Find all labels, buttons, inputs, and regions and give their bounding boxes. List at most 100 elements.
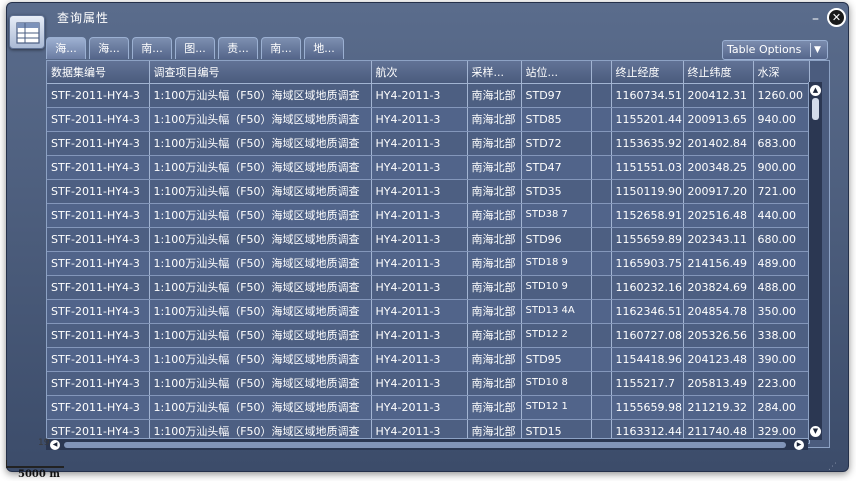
table-row[interactable]: STF-2011-HY4-3 1:100万汕头幅（F50）海域区域地质调查 HY4-… <box>47 227 810 252</box>
minimize-icon[interactable]: – <box>812 12 824 26</box>
table-icon <box>9 15 45 49</box>
table-cell: 680.00 <box>753 227 810 252</box>
vertical-scroll-thumb[interactable] <box>812 98 819 120</box>
table-cell: STF-2011-HY4-3 <box>47 203 150 228</box>
table-cell <box>591 299 612 324</box>
table-cell: STD10 8 <box>521 371 592 396</box>
table-cell: HY4-2011-3 <box>371 131 468 156</box>
column-header[interactable]: 站位... <box>521 61 592 84</box>
table-cell <box>591 227 612 252</box>
table-cell: 1:100万汕头幅（F50）海域区域地质调查 <box>149 275 372 300</box>
scroll-up-icon[interactable]: ▲ <box>810 85 821 96</box>
table-cell: 223.00 <box>753 371 810 396</box>
table-cell: 1160232.16 <box>611 275 684 300</box>
table-cell: HY4-2011-3 <box>371 107 468 132</box>
table-cell: 1:100万汕头幅（F50）海域区域地质调查 <box>149 227 372 252</box>
close-icon[interactable]: ✕ <box>827 8 846 27</box>
table-cell: 1165903.75 <box>611 251 684 276</box>
table-cell: 350.00 <box>753 299 810 324</box>
table-cell: 1151551.03 <box>611 155 684 180</box>
column-header[interactable]: 采样... <box>467 61 522 84</box>
table-cell: 1160727.08 <box>611 323 684 348</box>
scroll-down-icon[interactable]: ▼ <box>810 426 821 437</box>
table-cell: 1:100万汕头幅（F50）海域区域地质调查 <box>149 131 372 156</box>
table-cell: 200348.25 <box>683 155 754 180</box>
table-cell: 205813.49 <box>683 371 754 396</box>
table-cell: HY4-2011-3 <box>371 347 468 372</box>
column-header[interactable]: 调查项目编号 <box>149 61 372 84</box>
tab-6[interactable]: 南... <box>261 37 301 59</box>
tab-2[interactable]: 海... <box>89 37 129 59</box>
table-row[interactable]: STF-2011-HY4-3 1:100万汕头幅（F50）海域区域地质调查 HY4-… <box>47 371 810 396</box>
table-cell: STD96 <box>521 227 592 252</box>
table-cell <box>591 347 612 372</box>
table-row[interactable]: STF-2011-HY4-3 1:100万汕头幅（F50）海域区域地质调查 HY4-… <box>47 83 810 108</box>
table-row[interactable]: STF-2011-HY4-3 1:100万汕头幅（F50）海域区域地质调查 HY4-… <box>47 203 810 228</box>
table-row[interactable]: STF-2011-HY4-3 1:100万汕头幅（F50）海域区域地质调查 HY4-… <box>47 395 810 420</box>
table-row[interactable]: STF-2011-HY4-3 1:100万汕头幅（F50）海域区域地质调查 HY4-… <box>47 251 810 276</box>
column-header[interactable]: 终止经度 <box>611 61 684 84</box>
table-cell <box>591 323 612 348</box>
table-cell: 205326.56 <box>683 323 754 348</box>
table-cell: HY4-2011-3 <box>371 83 468 108</box>
table-row[interactable]: STF-2011-HY4-3 1:100万汕头幅（F50）海域区域地质调查 HY4-… <box>47 107 810 132</box>
table-row[interactable]: STF-2011-HY4-3 1:100万汕头幅（F50）海域区域地质调查 HY4-… <box>47 347 810 372</box>
table-options-button[interactable]: Table Options ▼ <box>722 40 828 60</box>
column-header[interactable]: 航次 <box>371 61 468 84</box>
table-cell: STF-2011-HY4-3 <box>47 251 150 276</box>
table-cell: 440.00 <box>753 203 810 228</box>
table-cell: 1260.00 <box>753 83 810 108</box>
tab-1[interactable]: 海... <box>46 37 86 59</box>
table-cell: STD10 9 <box>521 275 592 300</box>
scroll-right-icon[interactable]: ▶ <box>794 440 804 450</box>
column-header[interactable]: 数据集编号 <box>47 61 150 84</box>
tab-3[interactable]: 南... <box>132 37 172 59</box>
horizontal-scroll-thumb[interactable] <box>64 442 786 448</box>
table-cell: 南海北部 <box>467 107 522 132</box>
column-header[interactable] <box>591 61 612 84</box>
table-cell: 1:100万汕头幅（F50）海域区域地质调查 <box>149 251 372 276</box>
column-header[interactable]: 水深 <box>753 61 810 84</box>
table-cell: HY4-2011-3 <box>371 155 468 180</box>
table-cell: 1:100万汕头幅（F50）海域区域地质调查 <box>149 371 372 396</box>
table-cell: STF-2011-HY4-3 <box>47 275 150 300</box>
table-cell: 204123.48 <box>683 347 754 372</box>
table-cell: 940.00 <box>753 107 810 132</box>
map-scale-label: 5000 m <box>18 469 60 480</box>
tab-7[interactable]: 地... <box>304 37 344 59</box>
table-cell: HY4-2011-3 <box>371 323 468 348</box>
table-cell: 1153635.92 <box>611 131 684 156</box>
resize-grip-icon[interactable]: ⋰ <box>828 462 844 472</box>
chevron-down-icon[interactable]: ▼ <box>814 41 821 59</box>
table-options-divider <box>810 43 811 57</box>
table-cell: 488.00 <box>753 275 810 300</box>
table-cell: HY4-2011-3 <box>371 179 468 204</box>
table-cell <box>591 395 612 420</box>
table-cell: 1:100万汕头幅（F50）海域区域地质调查 <box>149 323 372 348</box>
table-cell: STF-2011-HY4-3 <box>47 179 150 204</box>
scroll-left-icon[interactable]: ◀ <box>50 440 60 450</box>
table-row[interactable]: STF-2011-HY4-3 1:100万汕头幅（F50）海域区域地质调查 HY4-… <box>47 299 810 324</box>
table-cell: 南海北部 <box>467 299 522 324</box>
table-cell: 721.00 <box>753 179 810 204</box>
map-scale-bar <box>6 460 64 468</box>
table-row[interactable]: STF-2011-HY4-3 1:100万汕头幅（F50）海域区域地质调查 HY4-… <box>47 179 810 204</box>
table-cell: STD12 2 <box>521 323 592 348</box>
table-row[interactable]: STF-2011-HY4-3 1:100万汕头幅（F50）海域区域地质调查 HY4-… <box>47 275 810 300</box>
table-cell: HY4-2011-3 <box>371 203 468 228</box>
table-cell: STD97 <box>521 83 592 108</box>
tab-4[interactable]: 图... <box>175 37 215 59</box>
horizontal-scrollbar[interactable]: ◀ ▶ <box>46 438 808 450</box>
column-header[interactable]: 终止纬度 <box>683 61 754 84</box>
table-row[interactable]: STF-2011-HY4-3 1:100万汕头幅（F50）海域区域地质调查 HY4-… <box>47 155 810 180</box>
table-row[interactable]: STF-2011-HY4-3 1:100万汕头幅（F50）海域区域地质调查 HY4-… <box>47 323 810 348</box>
table-cell <box>591 251 612 276</box>
vertical-scrollbar[interactable]: ▲ ▼ <box>808 82 822 440</box>
tab-5[interactable]: 责... <box>218 37 258 59</box>
table-cell: 1:100万汕头幅（F50）海域区域地质调查 <box>149 179 372 204</box>
table-row[interactable]: STF-2011-HY4-3 1:100万汕头幅（F50）海域区域地质调查 HY4-… <box>47 131 810 156</box>
table-cell: 204854.78 <box>683 299 754 324</box>
table-cell: HY4-2011-3 <box>371 275 468 300</box>
table-cell: 338.00 <box>753 323 810 348</box>
table-cell: 1:100万汕头幅（F50）海域区域地质调查 <box>149 395 372 420</box>
